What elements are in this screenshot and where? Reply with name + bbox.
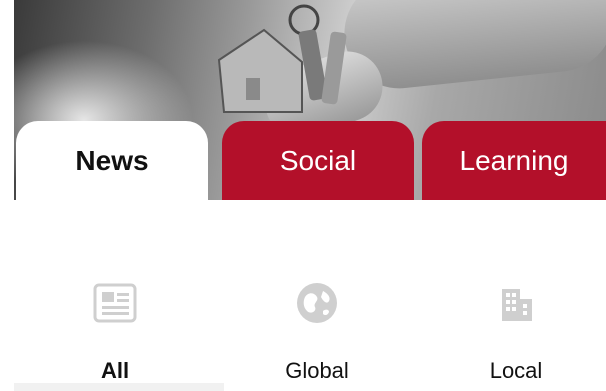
selected-category-indicator: [14, 383, 224, 391]
category-global-label: Global: [285, 358, 349, 383]
tab-learning-label: Learning: [459, 144, 569, 176]
tab-social-label: Social: [279, 144, 357, 176]
globe-icon: [242, 280, 392, 326]
tab-social[interactable]: Social: [222, 121, 414, 200]
newspaper-icon: [40, 280, 190, 326]
category-local[interactable]: Local: [441, 280, 591, 384]
category-all-label: All: [100, 358, 130, 383]
category-local-label: Local: [489, 358, 543, 383]
category-all[interactable]: All: [40, 280, 190, 384]
tab-news[interactable]: News: [16, 121, 208, 200]
tab-news-label: News: [75, 144, 149, 176]
building-icon: [441, 280, 591, 326]
category-global[interactable]: Global: [242, 280, 392, 384]
tab-learning[interactable]: Learning: [422, 121, 606, 200]
